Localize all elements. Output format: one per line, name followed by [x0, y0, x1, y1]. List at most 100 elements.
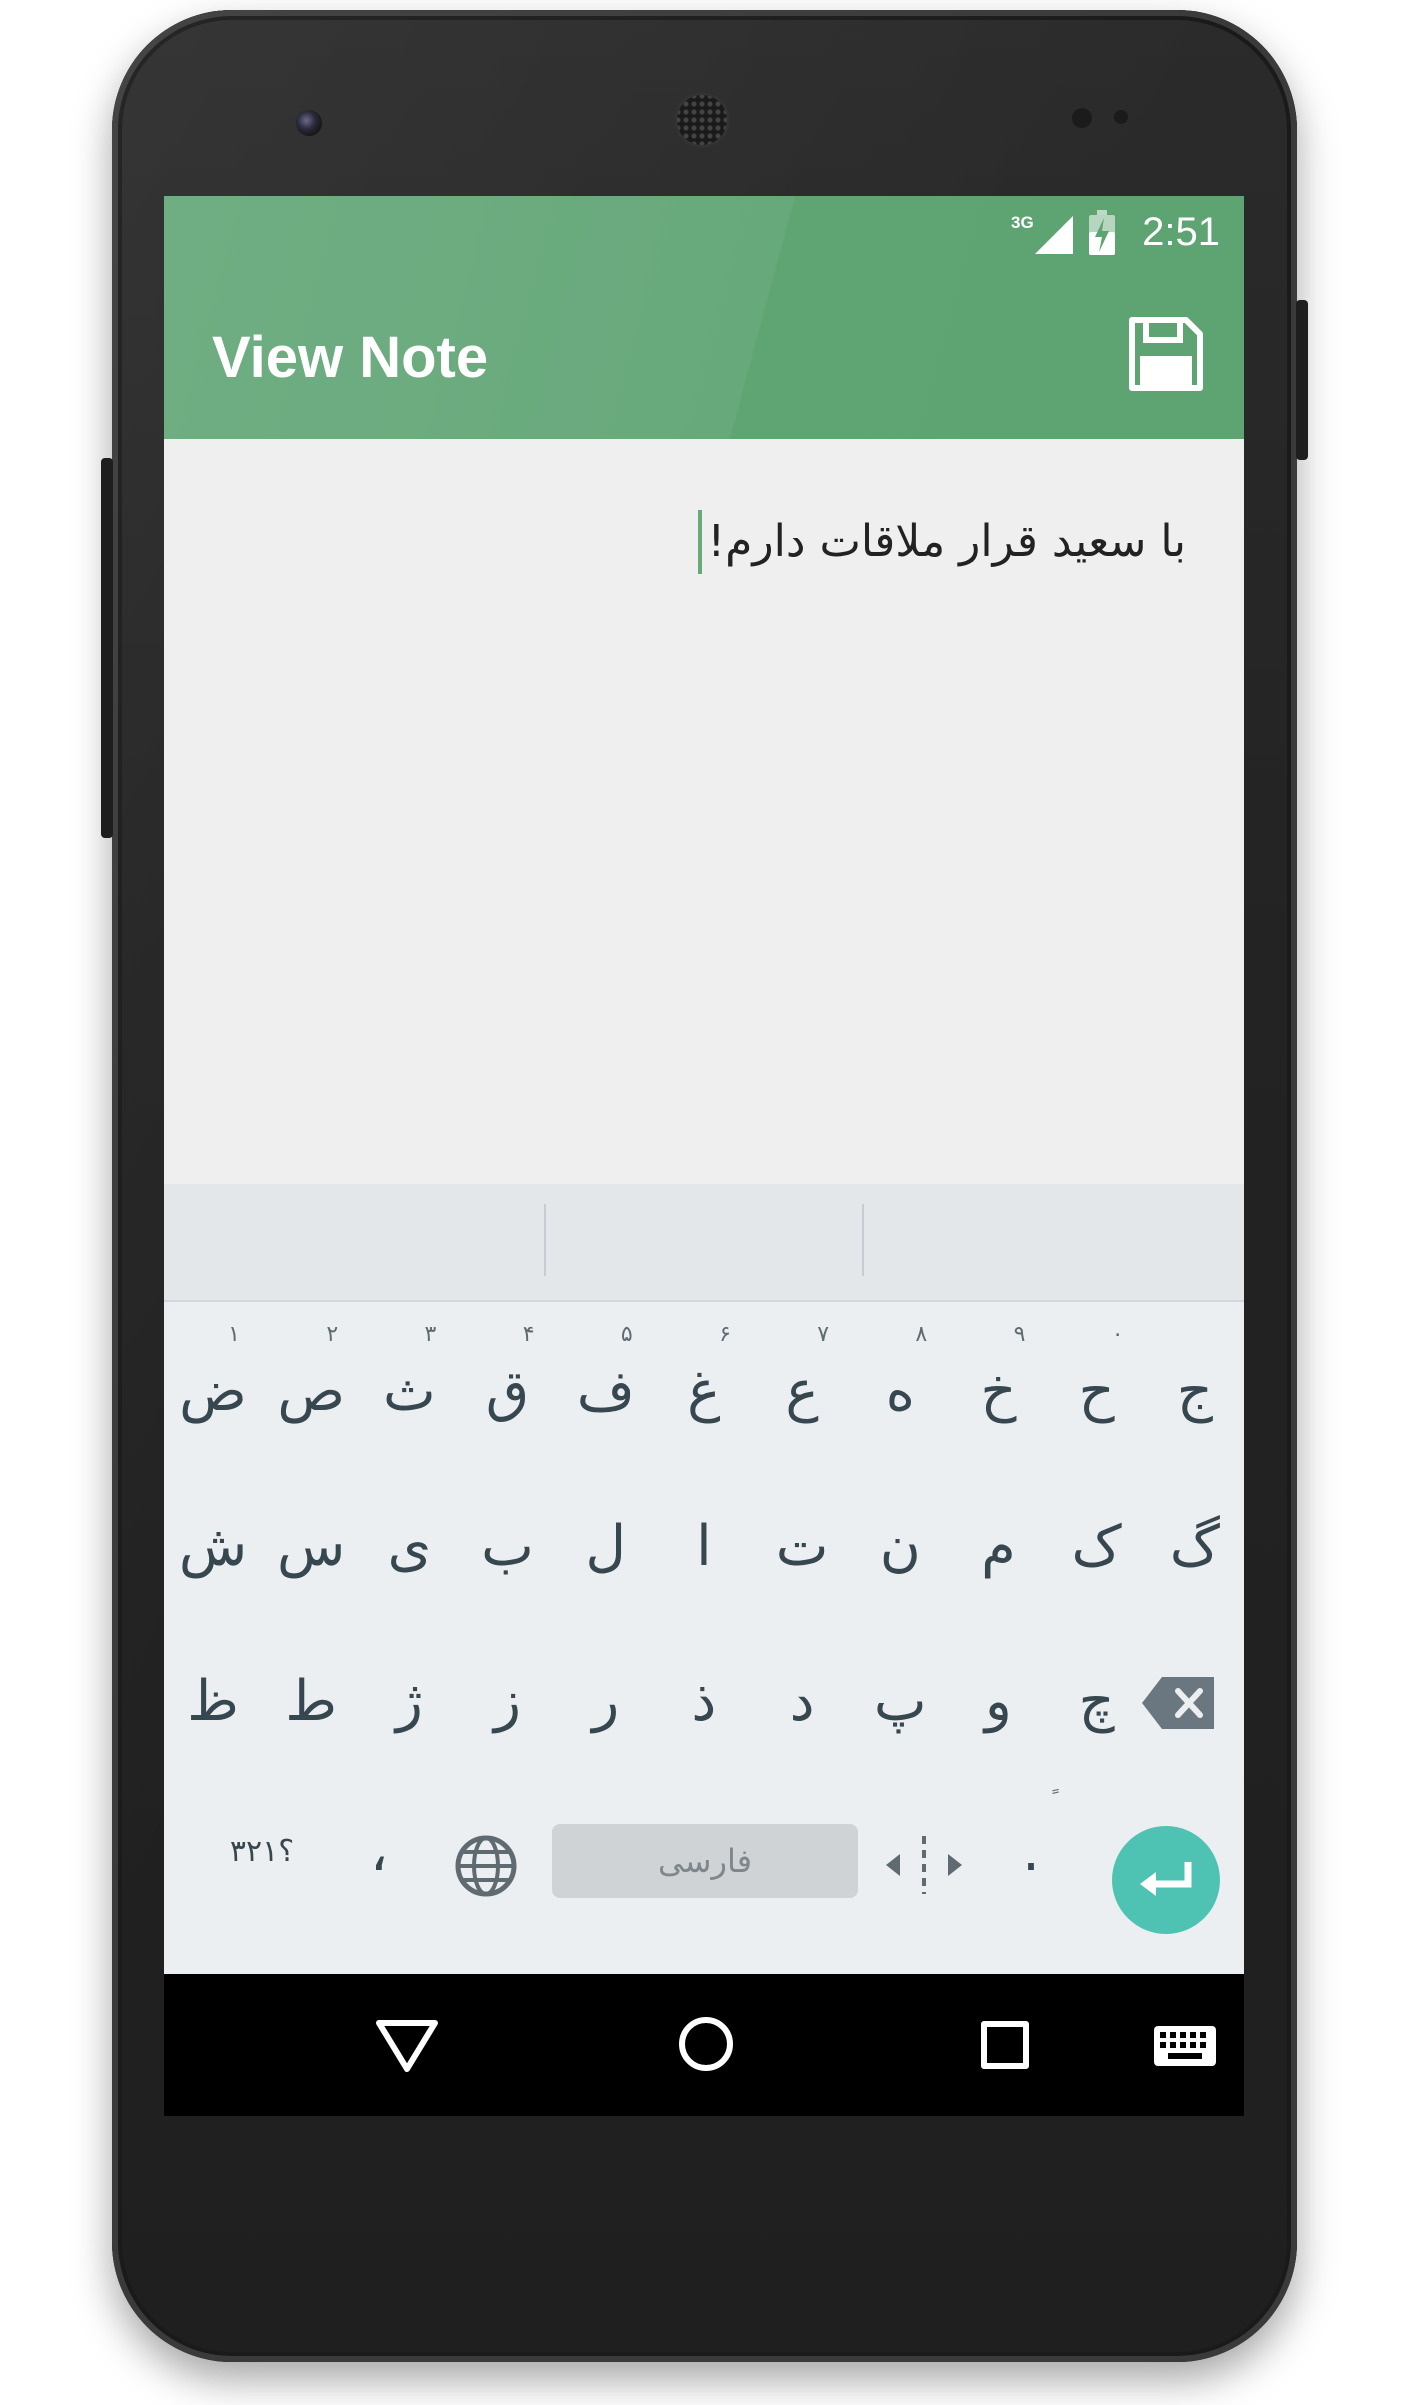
status-time: 2:51 — [1142, 210, 1220, 254]
key[interactable]: چ — [1048, 1632, 1146, 1772]
globe-icon[interactable] — [454, 1834, 518, 1898]
keyboard-switch-icon[interactable] — [1154, 2026, 1216, 2066]
key[interactable]: ب — [459, 1477, 557, 1617]
key-label: ظ — [187, 1669, 239, 1734]
period-key[interactable]: ً . — [982, 1782, 1080, 1922]
key-hint: ۲ — [326, 1322, 339, 1347]
key[interactable]: م — [949, 1477, 1047, 1617]
key-label: ف — [576, 1359, 635, 1424]
key-label: ژ — [395, 1669, 423, 1734]
key[interactable]: ۲ص — [262, 1322, 360, 1462]
front-camera — [296, 110, 322, 136]
key[interactable]: ۴ق — [459, 1322, 557, 1462]
key-label: ک — [1071, 1514, 1122, 1579]
enter-button[interactable] — [1112, 1826, 1220, 1934]
key-label: ب — [481, 1514, 534, 1579]
navigation-bar — [164, 1974, 1244, 2116]
key[interactable]: ت — [753, 1477, 851, 1617]
key-hint: ۷ — [817, 1322, 830, 1347]
key[interactable]: ۸ه — [851, 1322, 949, 1462]
home-icon[interactable] — [678, 2016, 734, 2072]
key[interactable]: ن — [851, 1477, 949, 1617]
key[interactable]: ط — [262, 1632, 360, 1772]
key[interactable]: ش — [164, 1477, 262, 1617]
save-icon[interactable] — [1126, 314, 1206, 394]
note-text-field[interactable]: با سعید قرار ملاقات دارم! — [697, 510, 1186, 574]
key[interactable]: ی — [360, 1477, 458, 1617]
key[interactable]: ک — [1048, 1477, 1146, 1617]
key-label: ر — [592, 1669, 620, 1734]
key-label: ش — [178, 1514, 248, 1579]
key-hint: ۴ — [522, 1322, 535, 1347]
key[interactable]: ۰ح — [1048, 1322, 1146, 1462]
key-label: ح — [1078, 1359, 1115, 1424]
key-label: ث — [383, 1359, 436, 1424]
symbols-key[interactable]: ؟۳۲۱ — [204, 1782, 320, 1922]
light-sensor — [1114, 110, 1128, 124]
backspace-icon[interactable] — [1142, 1677, 1214, 1729]
key-label: خ — [980, 1359, 1017, 1424]
key[interactable]: ژ — [360, 1632, 458, 1772]
key[interactable]: ل — [557, 1477, 655, 1617]
key[interactable]: س — [262, 1477, 360, 1617]
key-label: م — [981, 1514, 1016, 1579]
suggestion-divider — [862, 1204, 864, 1276]
key[interactable]: و — [949, 1632, 1047, 1772]
key[interactable]: ذ — [655, 1632, 753, 1772]
key-label: ا — [696, 1514, 712, 1579]
key[interactable]: گ — [1146, 1477, 1244, 1617]
key[interactable]: ظ — [164, 1632, 262, 1772]
volume-button — [101, 458, 113, 838]
key-label: ج — [1176, 1359, 1213, 1424]
signal-icon: 3G — [1011, 213, 1073, 254]
battery-icon — [1089, 210, 1115, 255]
space-bar-label: فارسی — [658, 1842, 752, 1880]
key-label: و — [984, 1669, 1012, 1734]
key-label: ه — [885, 1359, 915, 1424]
screen: 3G 2:51 View Note با سعید قرار ملاقات دا… — [164, 196, 1244, 2116]
key[interactable]: ۳ث — [360, 1322, 458, 1462]
key-label: ض — [179, 1359, 247, 1424]
back-icon[interactable] — [374, 2018, 440, 2074]
symbols-key-label: ؟۳۲۱ — [229, 1834, 295, 1869]
app-bar: 3G 2:51 View Note — [164, 196, 1244, 439]
key-label: پ — [873, 1669, 927, 1734]
key[interactable]: ا — [655, 1477, 753, 1617]
keyboard: ۱ض۲ص۳ث۴ق۵ف۶غ۷ع۸ه۹خ۰حج شسیبلاتنمکگ ظطژزرذ… — [164, 1302, 1244, 1974]
key[interactable]: ج — [1146, 1322, 1244, 1462]
key[interactable]: د — [753, 1632, 851, 1772]
key-hint: ۱ — [228, 1322, 240, 1347]
key[interactable]: ۵ف — [557, 1322, 655, 1462]
key-label: ع — [785, 1359, 819, 1424]
recents-icon[interactable] — [980, 2020, 1030, 2070]
key[interactable]: ۷ع — [753, 1322, 851, 1462]
suggestion-strip — [164, 1184, 1244, 1302]
network-type: 3G — [1011, 213, 1034, 232]
comma-key-label: ، — [369, 1819, 389, 1884]
key[interactable]: ر — [557, 1632, 655, 1772]
key-label: غ — [687, 1359, 721, 1424]
key[interactable]: ۱ض — [164, 1322, 262, 1462]
key-hint: ۳ — [424, 1322, 437, 1347]
key[interactable]: پ — [851, 1632, 949, 1772]
key-label: د — [789, 1669, 815, 1734]
space-bar[interactable]: فارسی — [552, 1824, 858, 1898]
key-hint: ۹ — [1013, 1322, 1026, 1347]
status-bar: 3G 2:51 — [164, 196, 1244, 271]
key-label: گ — [1169, 1514, 1220, 1579]
key-label: ذ — [691, 1669, 717, 1734]
key-label: ز — [494, 1669, 522, 1734]
suggestion-divider — [544, 1204, 546, 1276]
page-title: View Note — [212, 325, 489, 390]
cursor-move-icon[interactable] — [886, 1832, 962, 1898]
key[interactable]: ۶غ — [655, 1322, 753, 1462]
comma-key[interactable]: ، — [330, 1782, 428, 1922]
key-label: ص — [277, 1359, 346, 1424]
key-label: چ — [1078, 1669, 1115, 1734]
key[interactable]: ۹خ — [949, 1322, 1047, 1462]
key-label: ل — [585, 1514, 627, 1579]
key[interactable]: ز — [459, 1632, 557, 1772]
key-hint: ۸ — [915, 1322, 928, 1347]
power-button — [1296, 300, 1308, 460]
period-key-label: . — [1022, 1819, 1040, 1884]
